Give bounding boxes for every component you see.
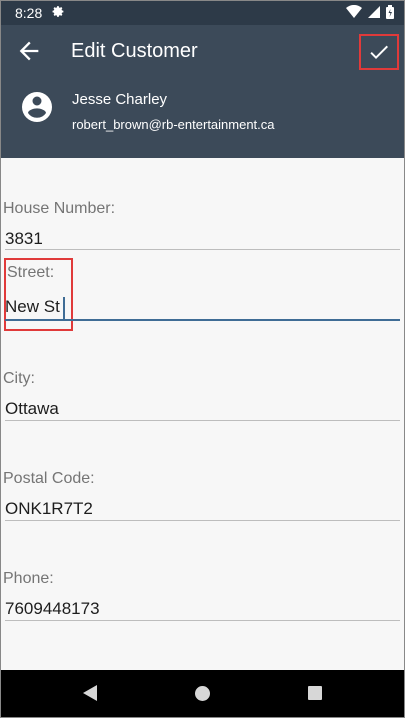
triangle-back-icon — [83, 685, 97, 701]
customer-form: House Number: 3831 Street: New St City: … — [1, 158, 404, 670]
city-label: City: — [3, 370, 35, 387]
settings-icon — [52, 5, 65, 21]
back-button[interactable] — [15, 37, 43, 65]
nav-back-button[interactable] — [83, 685, 97, 706]
signal-icon — [368, 5, 380, 21]
postal-code-label: Postal Code: — [3, 470, 95, 487]
house-number-label: House Number: — [3, 200, 116, 217]
street-label: Street: — [7, 264, 55, 281]
street-field[interactable]: New St — [5, 297, 60, 317]
page-title: Edit Customer — [71, 40, 198, 62]
phone-underline — [5, 620, 400, 621]
customer-email: robert_brown@rb-entertainment.ca — [72, 117, 275, 132]
phone-field[interactable]: 7609448173 — [5, 599, 100, 619]
house-number-field[interactable]: 3831 — [5, 229, 43, 249]
arrow-left-icon — [19, 41, 39, 61]
street-underline — [5, 319, 400, 321]
check-icon — [370, 45, 388, 59]
wifi-icon — [346, 4, 362, 21]
status-bar: 8:28 — [1, 1, 404, 25]
navigation-bar — [1, 670, 404, 717]
postal-code-field[interactable]: ONK1R7T2 — [5, 499, 93, 519]
text-cursor — [63, 297, 65, 319]
avatar — [19, 89, 55, 125]
nav-recents-button[interactable] — [308, 686, 322, 700]
phone-label: Phone: — [3, 570, 54, 587]
app-toolbar: Edit Customer Jesse Charley robert_brown… — [1, 25, 404, 158]
nav-home-button[interactable] — [195, 686, 210, 701]
customer-name: Jesse Charley — [72, 91, 168, 108]
postal-code-underline — [5, 520, 400, 521]
account-circle-icon — [22, 92, 52, 122]
house-number-underline — [5, 249, 400, 250]
city-field[interactable]: Ottawa — [5, 399, 59, 419]
save-button[interactable] — [359, 34, 399, 70]
status-time: 8:28 — [15, 5, 43, 21]
battery-icon — [386, 4, 394, 22]
city-underline — [5, 420, 400, 421]
